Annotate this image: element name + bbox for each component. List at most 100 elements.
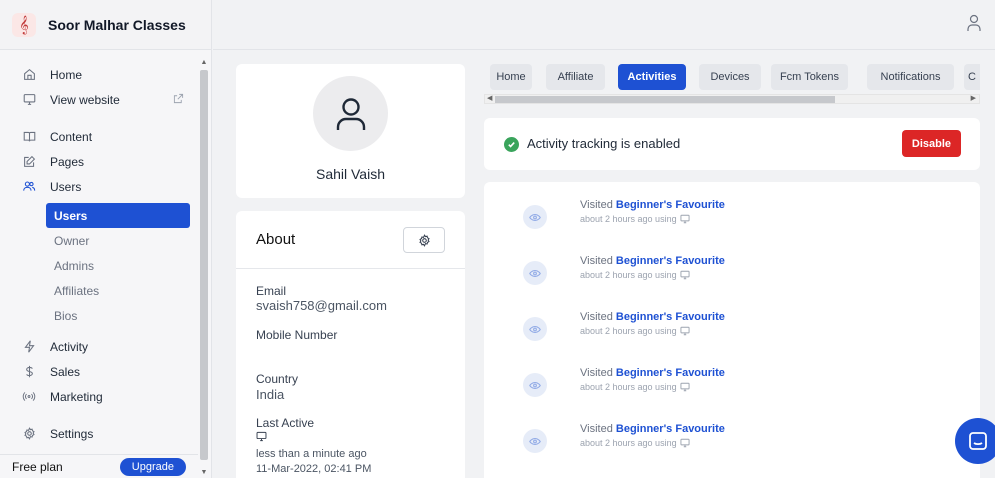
monitor-icon	[680, 326, 690, 336]
monitor-icon	[680, 214, 690, 224]
scroll-left-arrow-icon[interactable]: ◀	[487, 95, 492, 103]
sidebar-nav: Home View website Content Pages Users Us…	[0, 62, 198, 446]
edit-icon	[22, 155, 36, 169]
gear-icon	[22, 427, 36, 441]
scrollbar-thumb[interactable]	[200, 70, 208, 460]
monitor-icon	[680, 438, 690, 448]
about-header: About	[236, 211, 465, 269]
list-item[interactable]: Visited Beginner's Favourite about 2 hou…	[484, 308, 980, 348]
sidebar-item-view-website[interactable]: View website	[0, 87, 198, 112]
sidebar-item-pages[interactable]: Pages	[0, 149, 198, 174]
activity-icon	[22, 340, 36, 354]
tab-devices[interactable]: Devices	[699, 64, 761, 90]
home-icon	[22, 68, 36, 82]
sidebar-scrollbar[interactable]: ▲ ▼	[199, 58, 209, 478]
gear-icon	[418, 233, 430, 247]
activity-target-link[interactable]: Beginner's Favourite	[616, 367, 725, 379]
tab-fcm-tokens[interactable]: Fcm Tokens	[771, 64, 848, 90]
activity-meta: about 2 hours ago using	[580, 438, 677, 448]
topbar	[213, 0, 995, 50]
monitor-icon	[680, 270, 690, 280]
sidebar-item-settings[interactable]: Settings	[0, 421, 198, 446]
activity-target-link[interactable]: Beginner's Favourite	[616, 423, 725, 435]
profile-name: Sahil Vaish	[315, 166, 385, 182]
tracking-card: Activity tracking is enabled Disable	[484, 118, 980, 170]
monitor-icon	[256, 431, 267, 445]
sidebar-item-label: Users	[50, 179, 82, 194]
profile-card: Sahil Vaish	[236, 64, 465, 198]
sidebar-subitem-affiliates[interactable]: Affiliates	[46, 278, 190, 303]
user-icon	[336, 97, 365, 130]
activity-meta: about 2 hours ago using	[580, 326, 677, 336]
scrollbar-thumb[interactable]	[495, 96, 835, 103]
mobile-label: Mobile Number	[256, 328, 338, 342]
scroll-down-arrow-icon[interactable]: ▼	[199, 468, 209, 478]
email-label: Email	[256, 284, 287, 298]
activity-meta: about 2 hours ago using	[580, 270, 677, 280]
tab-home[interactable]: Home	[490, 64, 532, 90]
tabs-scrollbar[interactable]: ◀ ▶	[484, 94, 980, 104]
sidebar-item-home[interactable]: Home	[0, 62, 198, 87]
sidebar-footer: Free plan Upgrade	[0, 454, 198, 478]
tab-activities[interactable]: Activities	[618, 64, 686, 90]
sidebar-subitem-admins[interactable]: Admins	[46, 253, 190, 278]
sidebar-item-users[interactable]: Users	[0, 174, 198, 199]
disable-tracking-button[interactable]: Disable	[902, 130, 961, 157]
activity-target-link[interactable]: Beginner's Favourite	[616, 255, 725, 267]
brand-name: Soor Malhar Classes	[48, 16, 186, 33]
country-label: Country	[256, 372, 299, 386]
sidebar-subitem-owner[interactable]: Owner	[46, 228, 190, 253]
activities-list: Visited Beginner's Favourite about 2 hou…	[484, 182, 980, 478]
list-item[interactable]: Visited Beginner's Favourite about 2 hou…	[484, 420, 980, 460]
activity-target-link[interactable]: Beginner's Favourite	[616, 311, 725, 323]
list-item[interactable]: Visited Beginner's Favourite about 2 hou…	[484, 252, 980, 292]
chat-launcher-button[interactable]	[955, 418, 995, 464]
sidebar-item-sales[interactable]: Sales	[0, 359, 198, 384]
tab-overflow[interactable]: C	[964, 64, 980, 90]
eye-icon	[523, 373, 547, 397]
check-circle-icon	[504, 137, 519, 152]
about-card: About Email svaish758@gmail.com Mobile N…	[236, 211, 465, 478]
sidebar-item-label: Home	[50, 67, 83, 82]
book-icon	[22, 130, 36, 144]
sidebar-item-label: Sales	[50, 364, 81, 379]
activity-target-link[interactable]: Beginner's Favourite	[616, 199, 725, 211]
tabs-bar: Home Affiliate Activities Devices Fcm To…	[484, 58, 980, 106]
user-account-icon[interactable]	[967, 14, 981, 37]
list-item[interactable]: Visited Beginner's Favourite about 2 hou…	[484, 196, 980, 236]
upgrade-button[interactable]: Upgrade	[119, 457, 186, 476]
scroll-right-arrow-icon[interactable]: ▶	[971, 95, 976, 103]
country-value: India	[256, 387, 285, 402]
dollar-icon	[22, 365, 36, 379]
sidebar-item-marketing[interactable]: Marketing	[0, 384, 198, 409]
users-icon	[22, 180, 36, 194]
eye-icon	[523, 205, 547, 229]
last-active-date: 11-Mar-2022, 02:41 PM	[256, 463, 372, 475]
broadcast-icon	[22, 390, 36, 404]
brand[interactable]: 𝄞 Soor Malhar Classes	[0, 0, 211, 50]
scroll-up-arrow-icon[interactable]: ▲	[199, 58, 209, 68]
activity-prefix: Visited	[580, 423, 613, 435]
sidebar-item-content[interactable]: Content	[0, 124, 198, 149]
avatar	[313, 76, 388, 151]
eye-icon	[523, 317, 547, 341]
sidebar-item-label: Content	[50, 129, 93, 144]
tab-notifications[interactable]: Notifications	[867, 64, 954, 90]
activity-prefix: Visited	[580, 367, 613, 379]
about-settings-button[interactable]	[403, 227, 445, 253]
sidebar-item-label: View website	[50, 92, 120, 107]
activity-prefix: Visited	[580, 199, 613, 211]
treble-clef-icon: 𝄞	[12, 12, 36, 37]
external-link-icon[interactable]	[173, 93, 184, 107]
sidebar-item-label: Pages	[50, 154, 85, 169]
last-active-relative: less than a minute ago	[256, 448, 367, 460]
sidebar-subitem-users[interactable]: Users	[46, 203, 190, 228]
sidebar-item-label: Activity	[50, 339, 89, 354]
sidebar-item-label: Settings	[50, 426, 94, 441]
activity-prefix: Visited	[580, 255, 613, 267]
sidebar-item-activity[interactable]: Activity	[0, 334, 198, 359]
sidebar-subitem-bios[interactable]: Bios	[46, 303, 190, 328]
about-title: About	[256, 231, 296, 248]
tab-affiliate[interactable]: Affiliate	[546, 64, 605, 90]
list-item[interactable]: Visited Beginner's Favourite about 2 hou…	[484, 364, 980, 404]
